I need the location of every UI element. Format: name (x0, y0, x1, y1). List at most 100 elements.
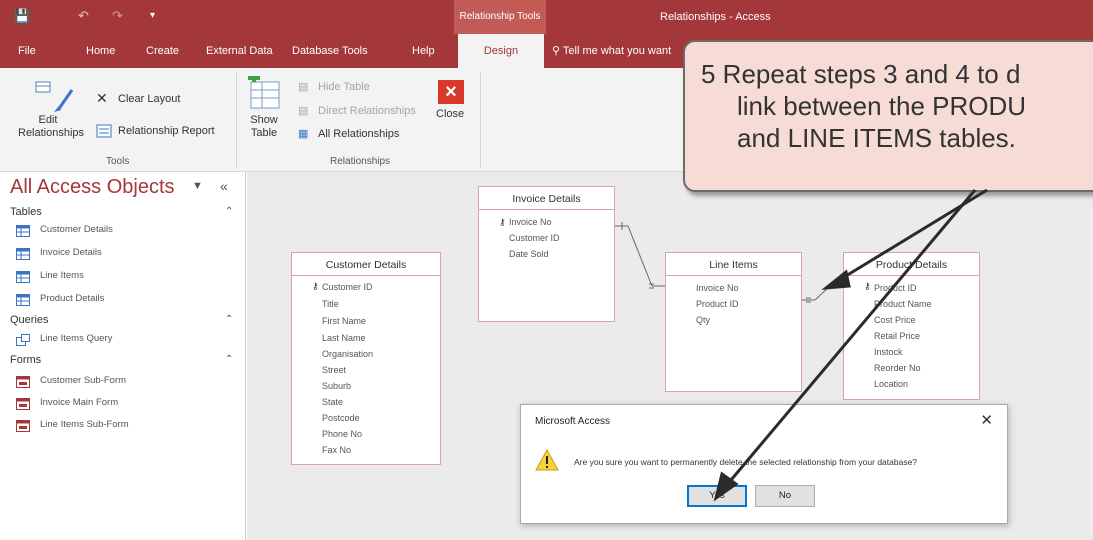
group-separator (236, 72, 237, 168)
redo-icon[interactable]: ↷ (112, 8, 123, 24)
field[interactable]: Suburb (322, 381, 351, 391)
nav-item-label: Invoice Details (40, 247, 102, 258)
all-relationships-button[interactable]: All Relationships (318, 128, 399, 140)
nav-item-label: Line Items Query (40, 333, 113, 344)
nav-item-label: Line Items (40, 270, 84, 281)
relationship-report-button[interactable]: Relationship Report (118, 125, 215, 137)
field[interactable]: Organisation (322, 349, 373, 359)
collapse-icon[interactable]: ⌃ (225, 354, 233, 365)
table-title: Line Items (709, 259, 758, 271)
show-table-icon (248, 76, 280, 109)
nav-dropdown-icon[interactable]: ▼ (192, 180, 203, 192)
table-divider (292, 275, 440, 276)
field[interactable]: Street (322, 365, 346, 375)
field[interactable]: Product ID (696, 299, 739, 309)
group-label-relationships: Relationships (330, 156, 391, 167)
dialog-message: Are you sure you want to permanently del… (574, 457, 918, 467)
edit-relationships-button[interactable]: Edit Relationships (18, 114, 84, 140)
field[interactable]: Customer ID (509, 233, 560, 243)
hide-table-button[interactable]: Hide Table (318, 81, 370, 93)
field[interactable]: Invoice No (696, 283, 739, 293)
close-button[interactable]: Close (436, 108, 464, 120)
nav-section-queries[interactable]: Queries (10, 314, 49, 326)
table-icon (16, 225, 30, 237)
group-separator (480, 72, 481, 168)
tab-home[interactable]: Home (86, 34, 115, 68)
clear-layout-icon: ✕ (96, 90, 108, 106)
form-icon (16, 376, 30, 388)
field[interactable]: Product ID (874, 283, 917, 293)
tab-create[interactable]: Create (146, 34, 179, 68)
callout-line: link between the PRODU (737, 91, 1027, 121)
field[interactable]: Cost Price (874, 315, 916, 325)
table-title: Invoice Details (512, 193, 581, 205)
context-tab-relationship-tools: Relationship Tools (454, 0, 546, 34)
table-divider (666, 275, 801, 276)
collapse-icon[interactable]: ⌃ (225, 206, 233, 217)
callout-line: and LINE ITEMS tables. (737, 123, 1016, 153)
field[interactable]: Fax No (322, 445, 351, 455)
save-icon[interactable]: 💾 (14, 8, 30, 24)
field[interactable]: Phone No (322, 429, 362, 439)
field[interactable]: Invoice No (509, 217, 552, 227)
window-title: Relationships - Access (660, 11, 771, 23)
shutter-bar-close-icon[interactable]: « (220, 178, 228, 194)
show-table-button[interactable]: Show Table (244, 114, 284, 140)
callout-text: 5 Repeat steps 3 and 4 to d link between… (701, 58, 1026, 154)
direct-relationships-button[interactable]: Direct Relationships (318, 105, 416, 117)
all-relationships-icon: ▦ (298, 128, 309, 140)
tab-database-tools[interactable]: Database Tools (292, 34, 368, 68)
tab-external-data[interactable]: External Data (206, 34, 273, 68)
primary-key-icon: ⚷ (312, 281, 319, 291)
table-customer-details[interactable]: Customer Details ⚷ Customer ID Title Fir… (291, 252, 441, 465)
field[interactable]: State (322, 397, 343, 407)
table-invoice-details[interactable]: Invoice Details ⚷ Invoice No Customer ID… (478, 186, 615, 322)
field[interactable]: Last Name (322, 333, 366, 343)
field[interactable]: Location (874, 379, 908, 389)
table-line-items[interactable]: Line Items Invoice No Product ID Qty (665, 252, 802, 392)
hide-table-icon: ▤ (298, 81, 309, 93)
field[interactable]: Qty (696, 315, 710, 325)
field[interactable]: Retail Price (874, 331, 920, 341)
yes-button[interactable]: Yes (687, 485, 747, 507)
dialog-title: Microsoft Access (535, 416, 611, 427)
no-button[interactable]: No (755, 485, 815, 507)
field[interactable]: First Name (322, 316, 366, 326)
tab-design[interactable]: Design (458, 34, 544, 68)
undo-icon[interactable]: ↶ (78, 8, 89, 24)
nav-item-label: Product Details (40, 293, 105, 304)
navigation-pane: All Access Objects ▼ « Tables ⌃ Customer… (0, 172, 246, 540)
form-icon (16, 398, 30, 410)
table-title: Product Details (875, 259, 948, 271)
field[interactable]: Customer ID (322, 282, 373, 292)
title-bar: 💾 ↶ ↷ ▾ Relationship Tools Relationships… (0, 0, 1093, 34)
primary-key-icon: ⚷ (499, 217, 506, 227)
field[interactable]: Title (322, 299, 339, 309)
clear-layout-button[interactable]: Clear Layout (118, 93, 180, 105)
tell-me-box[interactable]: ⚲ Tell me what you want (552, 34, 671, 68)
query-icon (16, 334, 30, 346)
customize-qat-icon[interactable]: ▾ (150, 10, 155, 21)
table-icon (16, 271, 30, 283)
direct-relationships-icon: ▤ (298, 105, 309, 117)
nav-section-forms[interactable]: Forms (10, 354, 41, 366)
field[interactable]: Product Name (874, 299, 932, 309)
nav-item-label: Customer Details (40, 224, 113, 235)
nav-section-tables[interactable]: Tables (10, 206, 42, 218)
field[interactable]: Date Sold (509, 249, 549, 259)
primary-key-icon: ⚷ (864, 281, 871, 291)
dialog-close-icon[interactable]: ✕ (980, 411, 993, 429)
tab-file[interactable]: File (18, 34, 36, 68)
tab-help[interactable]: Help (412, 34, 435, 68)
table-icon (16, 248, 30, 260)
group-label-tools: Tools (106, 156, 130, 167)
relationship-report-icon (96, 124, 112, 138)
search-icon: ⚲ (552, 45, 561, 57)
collapse-icon[interactable]: ⌃ (225, 314, 233, 325)
callout-line: 5 Repeat steps 3 and 4 to d (701, 59, 1021, 89)
field[interactable]: Postcode (322, 413, 360, 423)
field[interactable]: Reorder No (874, 363, 921, 373)
field[interactable]: Instock (874, 347, 903, 357)
nav-pane-title[interactable]: All Access Objects (10, 176, 175, 199)
table-product-details[interactable]: Product Details ⚷ Product ID Product Nam… (843, 252, 980, 400)
